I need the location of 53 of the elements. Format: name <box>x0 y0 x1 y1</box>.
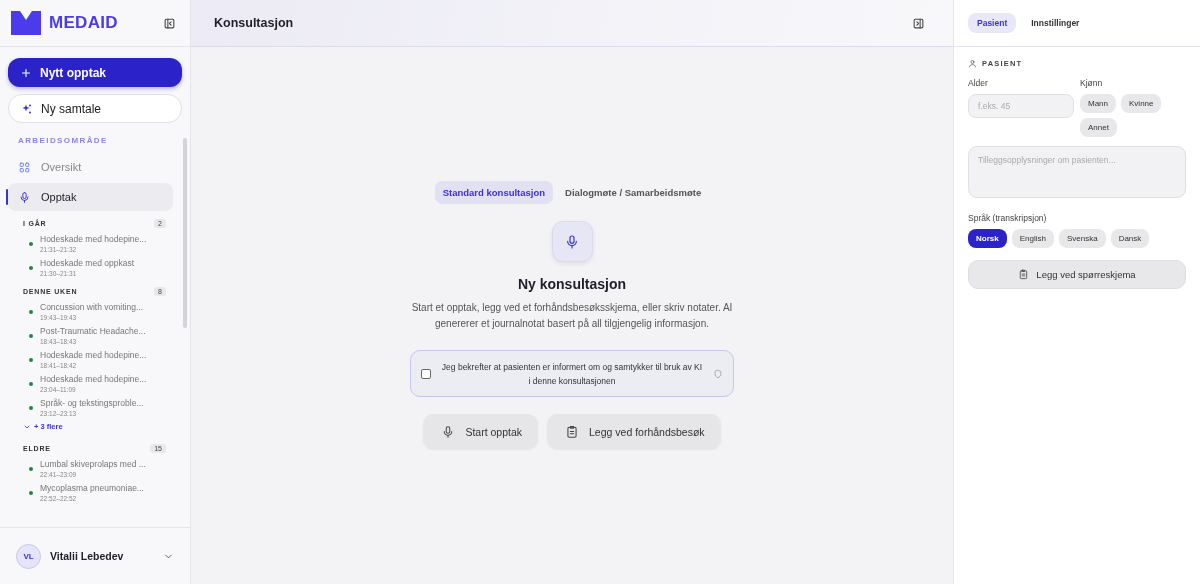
new-recording-button[interactable]: Nytt opptak <box>8 58 182 87</box>
microphone-icon <box>564 233 580 250</box>
plus-icon <box>20 66 32 79</box>
heading: Ny konsultasjon <box>517 276 627 292</box>
status-dot <box>29 241 33 246</box>
grid-icon <box>18 160 31 174</box>
shield-icon <box>713 368 723 379</box>
language-option[interactable]: Dansk <box>1110 229 1150 248</box>
mode-tab[interactable]: Standard konsultasjon <box>434 181 554 204</box>
status-dot <box>29 333 33 338</box>
status-dot <box>29 490 33 495</box>
status-dot <box>29 309 33 314</box>
page-title: Konsultasjon <box>214 16 294 30</box>
status-dot <box>29 381 33 386</box>
clipboard-icon <box>565 424 579 439</box>
new-chat-button[interactable]: Ny samtale <box>8 94 182 123</box>
field-label: Kjønn <box>1080 78 1104 88</box>
field-label: Språk (transkripsjon) <box>968 213 1048 223</box>
checkbox[interactable] <box>421 368 431 379</box>
logo-icon <box>11 11 41 35</box>
panel-toggle-icon[interactable] <box>912 16 925 30</box>
nav-item[interactable]: Oversikt <box>8 153 173 181</box>
language-option[interactable]: English <box>1011 229 1054 248</box>
sidebar-toggle-icon[interactable] <box>163 16 176 30</box>
gender-option[interactable]: Mann <box>1080 94 1116 113</box>
start-recording-button[interactable]: Start opptak <box>423 414 538 449</box>
status-dot <box>29 405 33 410</box>
age-field[interactable]: f.eks. 45 <box>968 94 1074 118</box>
description: Start et opptak, legg ved et forhåndsbesøksskjema, eller skriv notater. AI genererer et journalnotat basert på all tilgjengelig informasjon. <box>410 301 734 331</box>
avatar: VL <box>16 543 41 569</box>
section-label: ARBEIDSOMRÅDE <box>17 135 109 147</box>
panel-tab[interactable]: Pasient <box>968 13 1017 33</box>
status-dot <box>29 466 33 471</box>
user-name: Vitalii Lebedev <box>50 550 125 562</box>
field-label: Alder <box>968 78 989 88</box>
gender-option[interactable]: Kvinne <box>1121 94 1162 113</box>
gender-option[interactable]: Annet <box>1080 118 1117 137</box>
language-option[interactable]: Svenska <box>1058 229 1106 248</box>
consent-text: Jeg bekrefter at pasienten er informert om og samtykker til bruk av KI i denne konsultasjonen <box>441 360 703 388</box>
attach-questionnaire-button[interactable]: Legg ved spørreskjema <box>968 260 1186 289</box>
person-icon <box>968 59 977 68</box>
status-dot <box>29 265 33 270</box>
attach-form-button[interactable]: Legg ved forhåndsbesøk <box>547 414 721 449</box>
mode-tab[interactable]: Dialogmøte / Samarbeidsmøte <box>557 181 710 204</box>
panel-tab[interactable]: Innstillinger <box>1022 13 1089 33</box>
logo-text: MEDAID <box>49 13 118 33</box>
status-dot <box>29 357 33 362</box>
sparkle-icon <box>21 102 33 115</box>
language-option[interactable]: Norsk <box>968 229 1007 248</box>
notes-field[interactable]: Tilleggsopplysninger om pasienten... <box>968 146 1186 198</box>
nav-item[interactable]: Opptak <box>8 183 173 211</box>
clipboard-icon <box>1018 269 1030 280</box>
microphone-icon <box>18 190 31 204</box>
